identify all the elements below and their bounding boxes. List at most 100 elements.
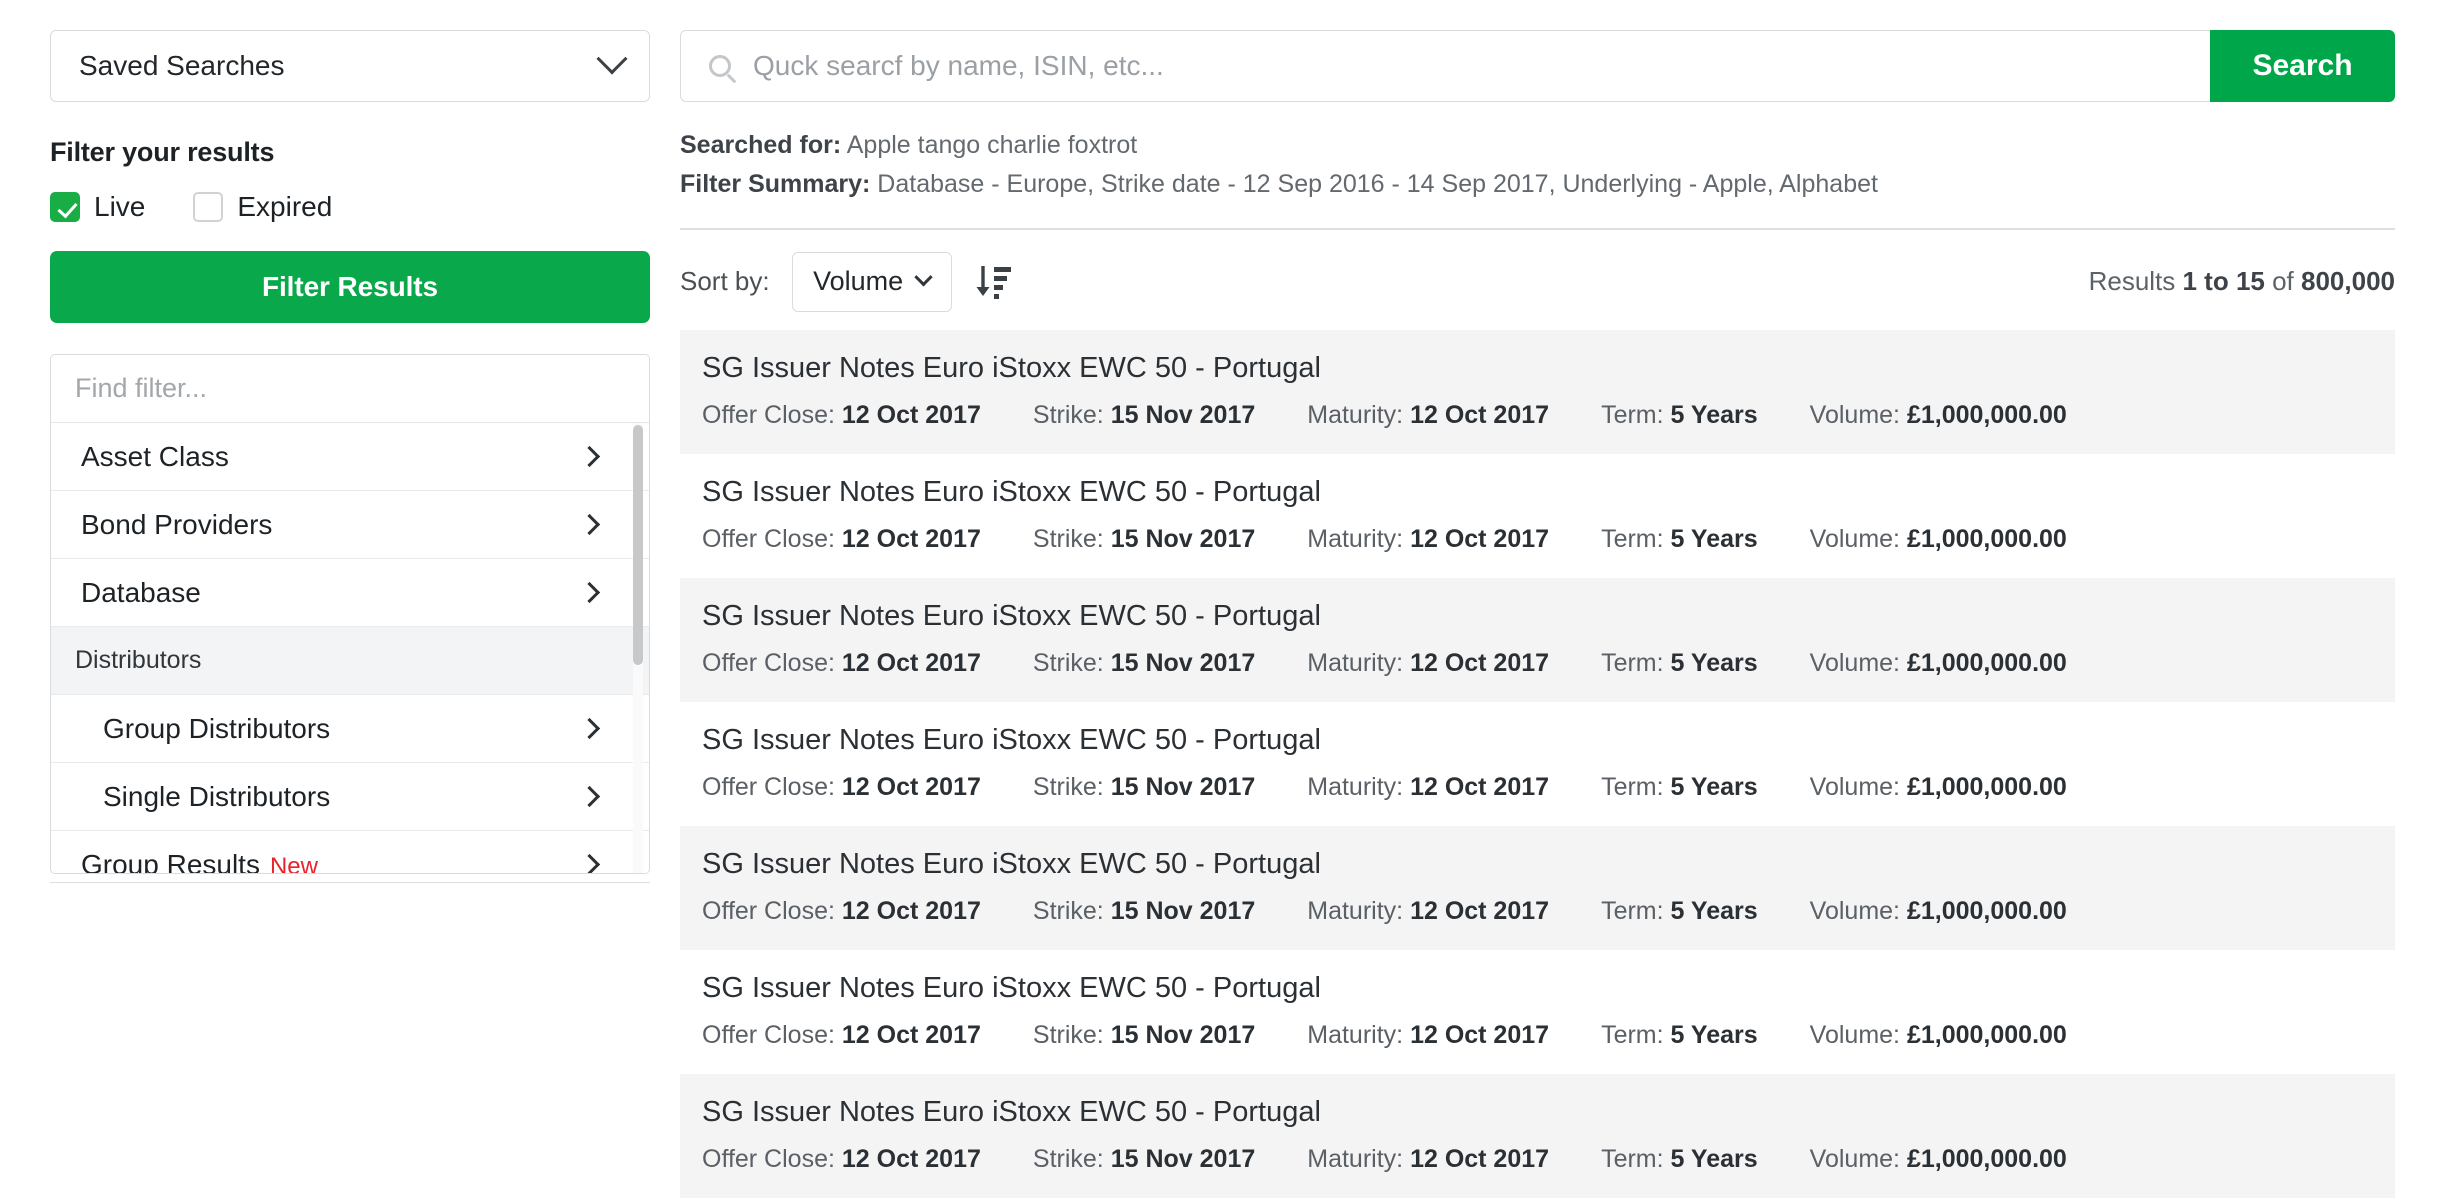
result-fields: Offer Close: 12 Oct 2017 Strike: 15 Nov …: [702, 1021, 2395, 1050]
maturity-label: Maturity:: [1307, 524, 1404, 553]
result-title[interactable]: SG Issuer Notes Euro iStoxx EWC 50 - Por…: [702, 724, 2395, 757]
filter-results-button[interactable]: Filter Results: [50, 251, 650, 323]
sort-by-dropdown[interactable]: Volume: [791, 251, 952, 312]
chevron-right-icon: [578, 513, 601, 536]
filter-list-scrollbar-thumb[interactable]: [633, 425, 643, 665]
strike-label: Strike:: [1032, 1144, 1104, 1173]
offer-close-label: Offer Close:: [702, 1020, 835, 1049]
search-bar: Search: [680, 30, 2395, 102]
filter-item-database[interactable]: Database: [51, 559, 649, 627]
offer-close-field: Offer Close: 12 Oct 2017: [702, 1145, 981, 1174]
filter-group-distributors: Distributors: [51, 627, 649, 695]
maturity-value: 12 Oct 2017: [1410, 896, 1550, 925]
table-row[interactable]: SG Issuer Notes Euro iStoxx EWC 50 - Por…: [680, 329, 2395, 454]
offer-close-value: 12 Oct 2017: [841, 648, 981, 677]
maturity-field: Maturity: 12 Oct 2017: [1307, 1021, 1549, 1050]
table-row[interactable]: SG Issuer Notes Euro iStoxx EWC 50 - Por…: [680, 577, 2395, 702]
volume-label: Volume:: [1809, 1144, 1900, 1173]
offer-close-label: Offer Close:: [702, 772, 835, 801]
filter-item-label: Asset Class: [81, 440, 229, 472]
offer-close-value: 12 Oct 2017: [841, 772, 981, 801]
chevron-right-icon: [578, 785, 601, 808]
find-filter-input[interactable]: [51, 355, 649, 423]
offer-close-value: 12 Oct 2017: [841, 524, 981, 553]
sort-by-label: Sort by:: [680, 266, 770, 296]
saved-searches-dropdown[interactable]: Saved Searches: [50, 30, 650, 102]
maturity-field: Maturity: 12 Oct 2017: [1307, 401, 1549, 430]
status-checkbox-row: Live Expired: [50, 191, 660, 223]
filter-item-label: Group Results: [81, 848, 260, 874]
strike-field: Strike: 15 Nov 2017: [1033, 525, 1255, 554]
maturity-field: Maturity: 12 Oct 2017: [1307, 649, 1549, 678]
sidebar-divider: [50, 882, 650, 883]
volume-value: £1,000,000.00: [1906, 772, 2067, 801]
filter-item-group-results[interactable]: Group Results New: [51, 831, 649, 873]
term-label: Term:: [1601, 896, 1664, 925]
results-toolbar: Sort by: Volume Results 1 to 15 of 800,0…: [680, 251, 2395, 312]
result-title[interactable]: SG Issuer Notes Euro iStoxx EWC 50 - Por…: [702, 972, 2395, 1005]
strike-value: 15 Nov 2017: [1110, 772, 1256, 801]
result-title[interactable]: SG Issuer Notes Euro iStoxx EWC 50 - Por…: [702, 352, 2395, 385]
searched-for-value: Apple tango charlie foxtrot: [846, 131, 1138, 159]
volume-label: Volume:: [1809, 524, 1900, 553]
results-count: Results 1 to 15 of 800,000: [2089, 266, 2395, 297]
table-row[interactable]: SG Issuer Notes Euro iStoxx EWC 50 - Por…: [680, 1073, 2395, 1198]
filter-your-results-heading: Filter your results: [50, 137, 275, 167]
table-row[interactable]: SG Issuer Notes Euro iStoxx EWC 50 - Por…: [680, 825, 2395, 950]
offer-close-field: Offer Close: 12 Oct 2017: [702, 525, 981, 554]
strike-value: 15 Nov 2017: [1110, 648, 1256, 677]
filter-item-asset-class[interactable]: Asset Class: [51, 423, 649, 491]
result-title[interactable]: SG Issuer Notes Euro iStoxx EWC 50 - Por…: [702, 848, 2395, 881]
term-value: 5 Years: [1670, 896, 1758, 925]
offer-close-label: Offer Close:: [702, 648, 835, 677]
strike-label: Strike:: [1032, 772, 1104, 801]
strike-field: Strike: 15 Nov 2017: [1033, 649, 1255, 678]
offer-close-value: 12 Oct 2017: [841, 400, 981, 429]
strike-value: 15 Nov 2017: [1110, 524, 1256, 553]
search-results-page: Saved Searches Filter your results Live …: [0, 0, 2450, 1200]
strike-field: Strike: 15 Nov 2017: [1033, 401, 1255, 430]
search-button[interactable]: Search: [2210, 30, 2395, 102]
term-field: Term: 5 Years: [1601, 649, 1758, 678]
volume-field: Volume: £1,000,000.00: [1810, 773, 2067, 802]
strike-label: Strike:: [1032, 896, 1104, 925]
chevron-down-icon: [596, 43, 628, 75]
filter-item-bond-providers[interactable]: Bond Providers: [51, 491, 649, 559]
search-input[interactable]: [753, 50, 2210, 82]
offer-close-label: Offer Close:: [702, 524, 835, 553]
strike-value: 15 Nov 2017: [1110, 400, 1256, 429]
term-label: Term:: [1601, 1144, 1664, 1173]
result-title[interactable]: SG Issuer Notes Euro iStoxx EWC 50 - Por…: [702, 476, 2395, 509]
offer-close-value: 12 Oct 2017: [841, 1020, 981, 1049]
sort-direction-button[interactable]: [974, 262, 1012, 302]
checkbox-live[interactable]: Live: [50, 191, 145, 223]
saved-searches-label: Saved Searches: [79, 50, 285, 81]
checkbox-live-box[interactable]: [50, 192, 80, 222]
term-field: Term: 5 Years: [1601, 1145, 1758, 1174]
table-row[interactable]: SG Issuer Notes Euro iStoxx EWC 50 - Por…: [680, 453, 2395, 578]
filter-item-group-distributors[interactable]: Group Distributors: [51, 695, 649, 763]
result-fields: Offer Close: 12 Oct 2017 Strike: 15 Nov …: [702, 897, 2395, 926]
term-field: Term: 5 Years: [1601, 525, 1758, 554]
checkbox-expired[interactable]: Expired: [193, 191, 332, 223]
strike-value: 15 Nov 2017: [1110, 1020, 1256, 1049]
volume-label: Volume:: [1809, 648, 1900, 677]
table-row[interactable]: SG Issuer Notes Euro iStoxx EWC 50 - Por…: [680, 701, 2395, 826]
maturity-value: 12 Oct 2017: [1410, 524, 1550, 553]
strike-label: Strike:: [1032, 400, 1104, 429]
result-title[interactable]: SG Issuer Notes Euro iStoxx EWC 50 - Por…: [702, 600, 2395, 633]
meta-divider: [680, 227, 2395, 230]
result-title[interactable]: SG Issuer Notes Euro iStoxx EWC 50 - Por…: [702, 1096, 2395, 1129]
filter-item-single-distributors[interactable]: Single Distributors: [51, 763, 649, 831]
sort-by-value: Volume: [813, 266, 904, 296]
strike-label: Strike:: [1032, 648, 1104, 677]
term-value: 5 Years: [1670, 648, 1758, 677]
table-row[interactable]: SG Issuer Notes Euro iStoxx EWC 50 - Por…: [680, 949, 2395, 1074]
search-input-wrapper[interactable]: [680, 30, 2210, 102]
search-meta: Searched for: Apple tango charlie foxtro…: [680, 126, 2395, 204]
offer-close-field: Offer Close: 12 Oct 2017: [702, 773, 981, 802]
checkbox-expired-box[interactable]: [193, 192, 224, 222]
checkbox-live-label: Live: [94, 191, 146, 222]
maturity-label: Maturity:: [1307, 1020, 1404, 1049]
strike-field: Strike: 15 Nov 2017: [1033, 1021, 1255, 1050]
